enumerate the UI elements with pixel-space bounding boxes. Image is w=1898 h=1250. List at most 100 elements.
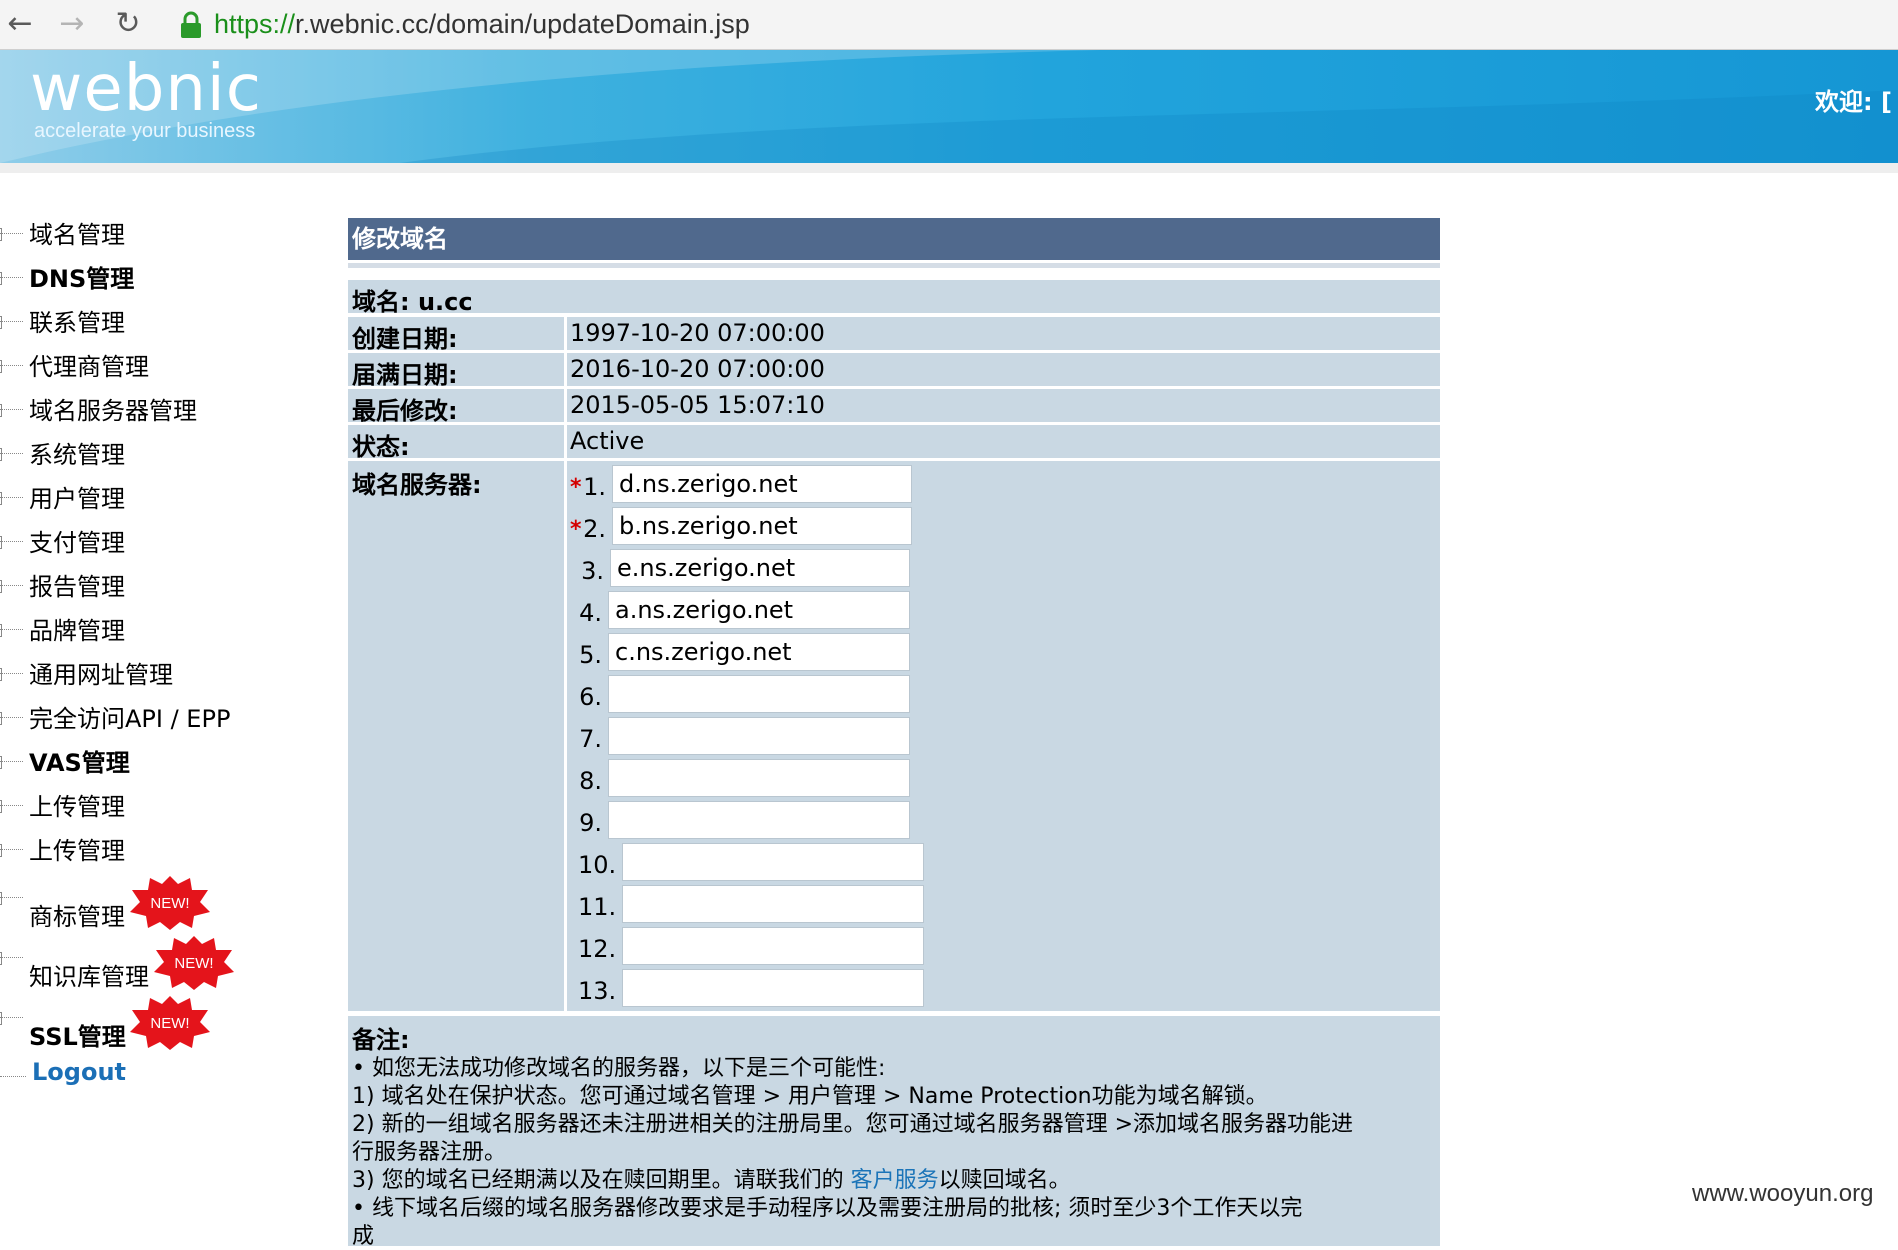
tree-connector-icon — [0, 668, 23, 681]
url-path: r.webnic.cc/domain/updateDomain.jsp — [295, 9, 750, 39]
sidebar-item-label: 上传管理 — [29, 837, 125, 865]
expiry-date-value: 2016-10-20 07:00:00 — [570, 355, 825, 383]
status-label: 状态: — [352, 433, 410, 461]
nameserver-input-3[interactable] — [610, 549, 910, 587]
note-line: 成 — [352, 1224, 375, 1249]
nameserver-row: 域名服务器: * 1. * 2. 3. 4. 5. 6. 7. 8. 9. 10… — [348, 461, 1440, 1011]
column-separator — [564, 389, 567, 422]
nameserver-input-9[interactable] — [608, 801, 910, 839]
nameserver-input-5[interactable] — [608, 633, 910, 671]
domain-name-label: 域名: u.cc — [352, 288, 473, 316]
forward-arrow-icon[interactable]: → — [54, 6, 90, 42]
new-badge-icon: NEW! — [130, 876, 210, 930]
ns-number: 9. — [579, 809, 602, 837]
tree-connector-icon — [0, 844, 23, 857]
sidebar-item-label: 完全访问API / EPP — [29, 705, 231, 733]
sidebar-item-label: 品牌管理 — [29, 617, 125, 645]
nameserver-input-10[interactable] — [622, 843, 924, 881]
expiry-date-label: 届满日期: — [352, 361, 458, 389]
new-badge-icon: NEW! — [154, 936, 234, 990]
column-separator — [564, 425, 567, 458]
tree-connector-icon — [0, 624, 23, 637]
sidebar-item-label: 用户管理 — [29, 485, 125, 513]
note-line: • 线下域名后缀的域名服务器修改要求是手动程序以及需要注册局的批核; 须时至少3… — [352, 1196, 1303, 1221]
sidebar-item-label: 上传管理 — [29, 793, 125, 821]
tree-connector-icon — [0, 536, 23, 549]
column-separator — [564, 317, 567, 350]
reload-icon[interactable]: ↻ — [110, 6, 146, 42]
sidebar-item-label: 联系管理 — [29, 309, 125, 337]
created-date-value: 1997-10-20 07:00:00 — [570, 319, 825, 347]
banner-divider — [0, 163, 1898, 173]
expiry-row: 届满日期: 2016-10-20 07:00:00 — [348, 353, 1440, 389]
tree-connector-icon — [0, 448, 23, 461]
tree-connector-icon — [0, 316, 23, 329]
logo-tagline: accelerate your business — [34, 120, 256, 142]
modified-row: 最后修改: 2015-05-05 15:07:10 — [348, 389, 1440, 425]
tree-connector-icon — [0, 228, 23, 241]
tree-connector-icon — [0, 1076, 26, 1077]
back-arrow-icon[interactable]: ← — [2, 6, 38, 42]
nameserver-input-1[interactable] — [612, 465, 912, 503]
ns-number: 8. — [579, 767, 602, 795]
panel-title-text: 修改域名 — [352, 225, 448, 253]
tree-connector-icon — [0, 892, 23, 905]
tree-connector-icon — [0, 580, 23, 593]
ns-number: 11. — [578, 893, 617, 921]
column-separator — [564, 353, 567, 386]
svg-text:NEW!: NEW! — [150, 895, 189, 912]
ns-number: 2. — [583, 515, 606, 543]
sidebar-item-label: 支付管理 — [29, 529, 125, 557]
welcome-text: 欢迎: [ W — [1815, 88, 1898, 116]
nameserver-input-8[interactable] — [608, 759, 910, 797]
nameserver-input-7[interactable] — [608, 717, 910, 755]
tree-connector-icon — [0, 952, 23, 965]
tree-connector-icon — [0, 404, 23, 417]
ns-number: 12. — [578, 935, 617, 963]
nameserver-input-13[interactable] — [622, 969, 924, 1007]
sidebar-item-label: VAS管理 — [29, 749, 130, 777]
created-date-label: 创建日期: — [352, 325, 458, 353]
nameserver-input-12[interactable] — [622, 927, 924, 965]
sidebar-item-label: 知识库管理 — [29, 963, 149, 991]
sidebar-item-label: 域名服务器管理 — [29, 397, 197, 425]
svg-text:NEW!: NEW! — [150, 1015, 189, 1032]
sidebar-item-label: 报告管理 — [29, 573, 125, 601]
last-modified-label: 最后修改: — [352, 397, 458, 425]
ns-number: 1. — [583, 473, 606, 501]
logout-link[interactable]: Logout — [32, 1058, 126, 1086]
lock-icon — [181, 11, 201, 38]
sidebar-item-label: 系统管理 — [29, 441, 125, 469]
banner-swoosh — [0, 50, 1898, 163]
ns-number: 10. — [578, 851, 617, 879]
nameserver-input-2[interactable] — [612, 507, 912, 545]
nameserver-label: 域名服务器: — [352, 471, 482, 499]
header-banner: webnic accelerate your business 欢迎: [ W — [0, 50, 1898, 163]
nameserver-input-11[interactable] — [622, 885, 924, 923]
tree-connector-icon — [0, 360, 23, 373]
watermark: www.wooyun.org — [1692, 1180, 1874, 1207]
nameserver-input-4[interactable] — [608, 591, 910, 629]
notes-section: 备注: • 如您无法成功修改域名的服务器，以下是三个可能性: 1) 域名处在保护… — [348, 1016, 1440, 1249]
tree-connector-icon — [0, 272, 23, 285]
tree-connector-icon — [0, 800, 23, 813]
sidebar-item-label: SSL管理 — [29, 1023, 126, 1051]
webnic-logo[interactable]: webnic — [30, 52, 262, 126]
sidebar-item-label: 代理商管理 — [29, 353, 149, 381]
tree-connector-icon — [0, 1012, 23, 1025]
sidebar-item-label: DNS管理 — [29, 265, 135, 293]
sidebar-item-label: 商标管理 — [29, 903, 125, 931]
address-bar[interactable]: https://r.webnic.cc/domain/updateDomain.… — [214, 4, 750, 44]
url-scheme: https:// — [214, 9, 296, 39]
panel-title: 修改域名 — [348, 218, 1440, 260]
svg-text:NEW!: NEW! — [174, 955, 213, 972]
new-badge-icon: NEW! — [130, 996, 210, 1050]
sidebar-item-label: 通用网址管理 — [29, 661, 173, 689]
title-divider — [348, 263, 1440, 268]
nameserver-input-6[interactable] — [608, 675, 910, 713]
status-row: 状态: Active — [348, 425, 1440, 461]
ns-number: 13. — [578, 977, 617, 1005]
ns-number: 4. — [579, 599, 602, 627]
tree-connector-icon — [0, 712, 23, 725]
last-modified-value: 2015-05-05 15:07:10 — [570, 391, 825, 419]
